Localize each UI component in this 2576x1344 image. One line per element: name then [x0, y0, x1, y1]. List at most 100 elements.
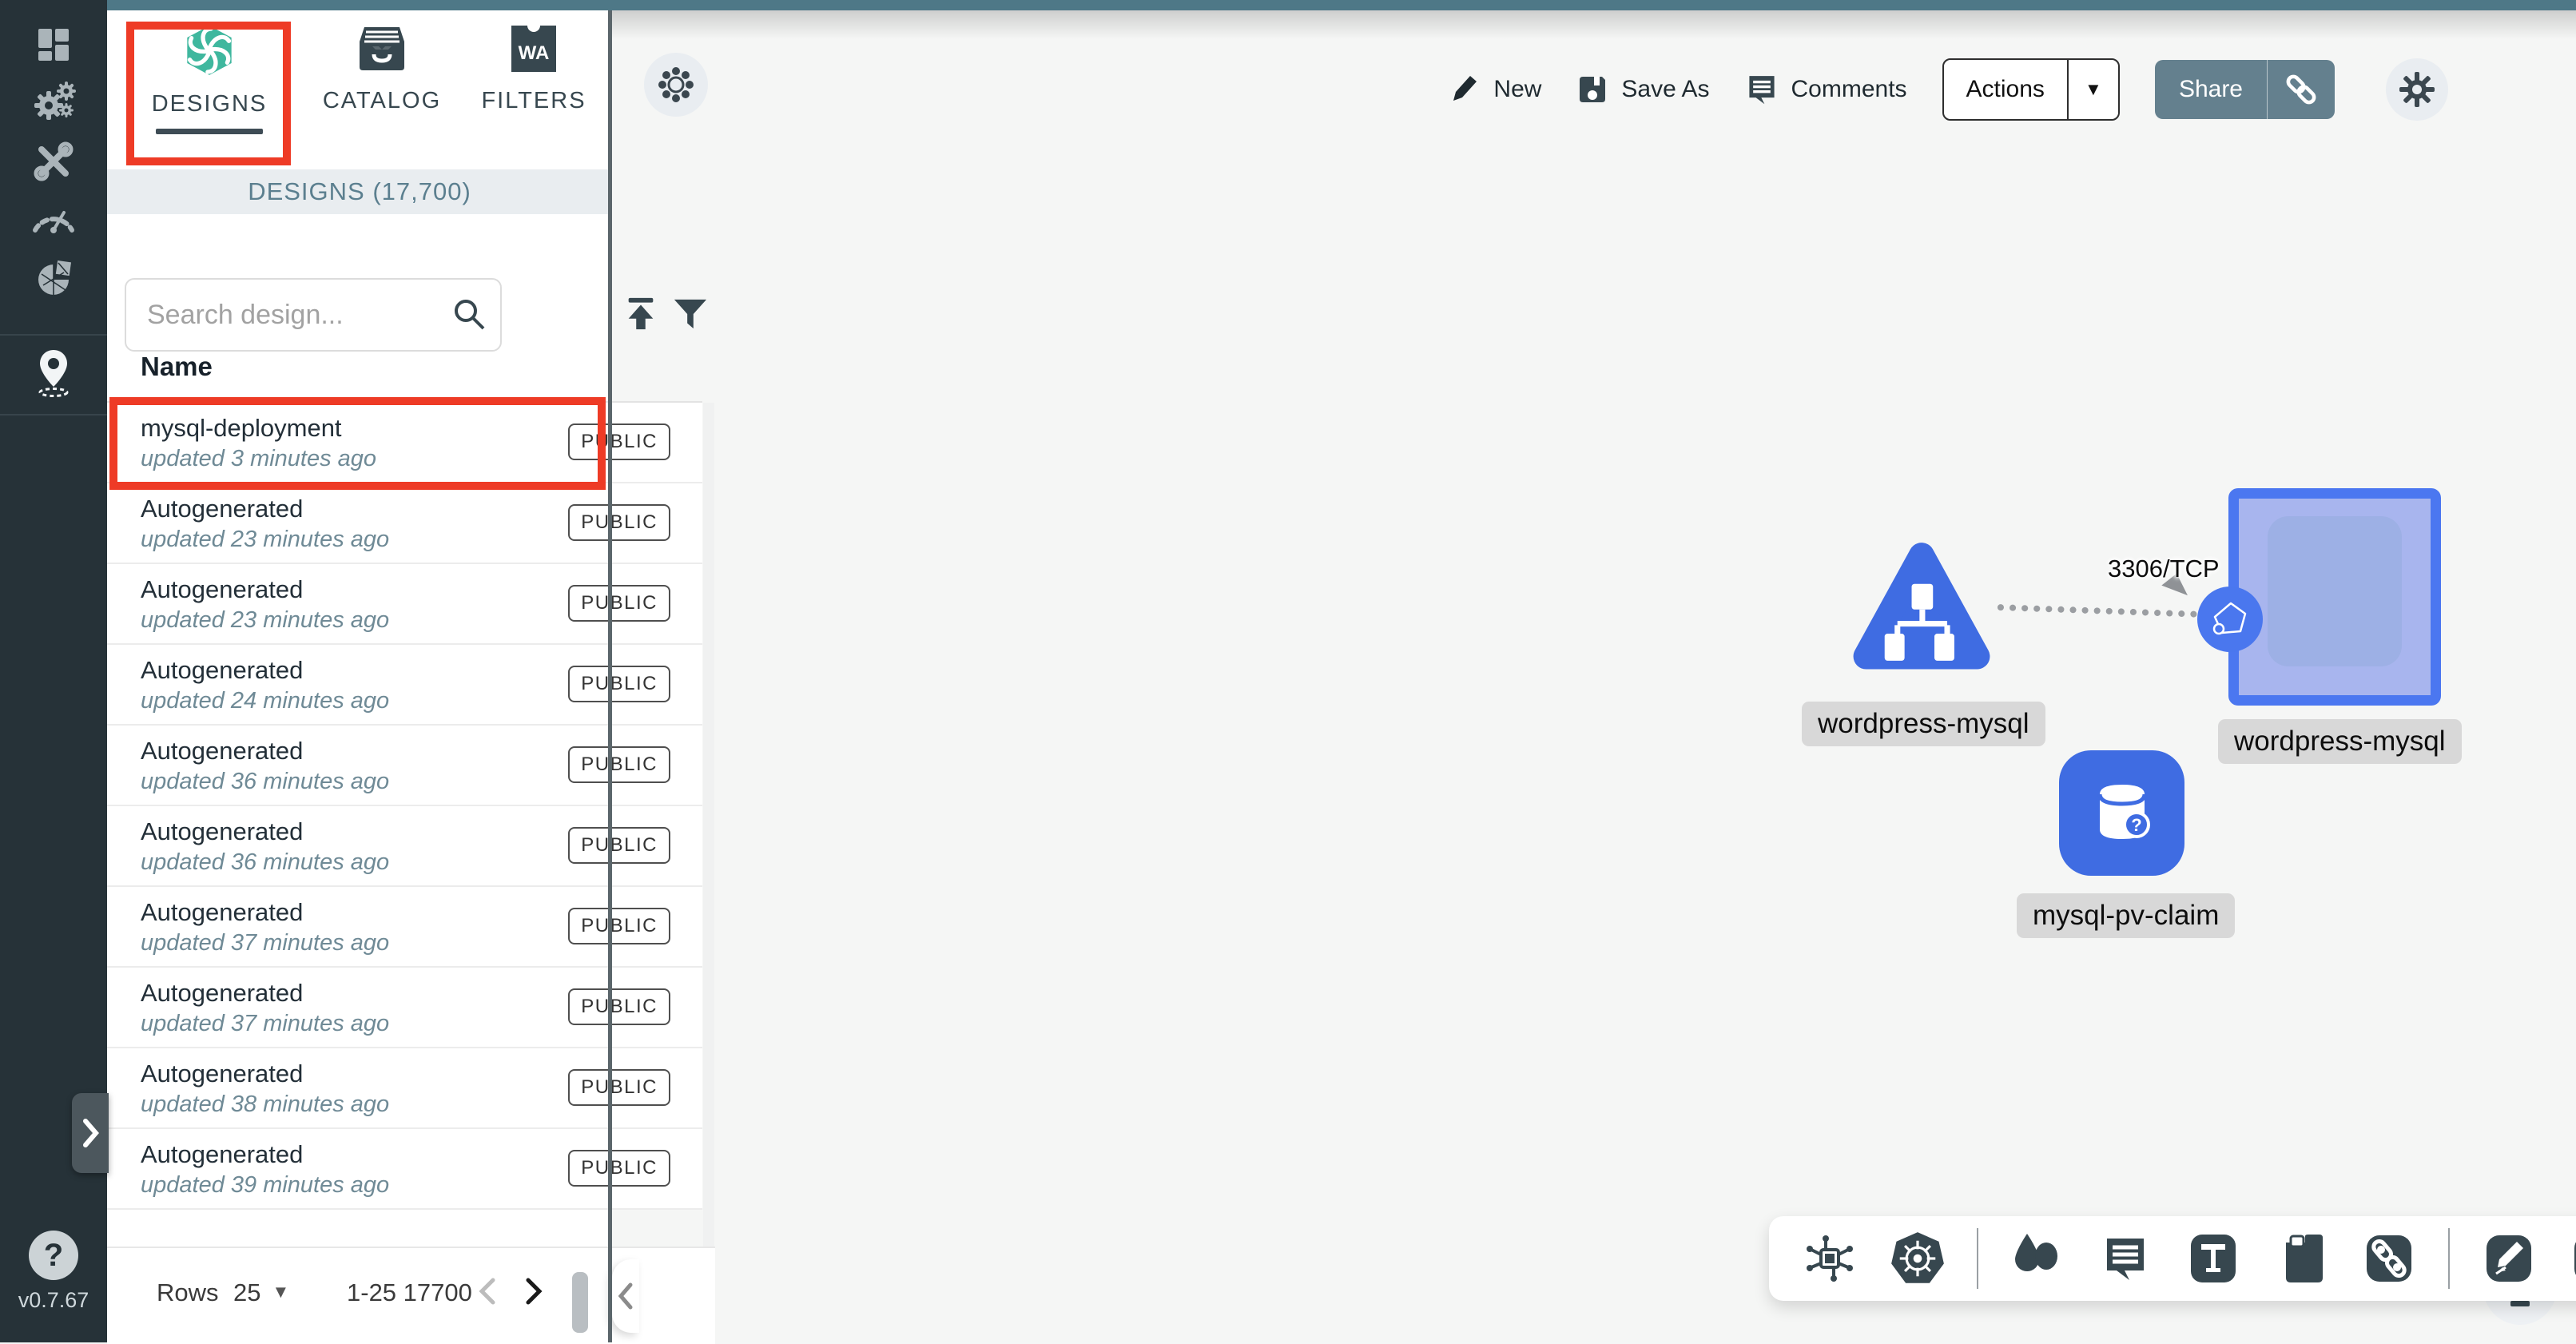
- design-visibility-badge: PUBLIC: [568, 1069, 670, 1106]
- design-updated: updated 39 minutes ago: [141, 1172, 389, 1199]
- pencil-doodle-icon[interactable]: [2568, 1230, 2576, 1287]
- actions-dropdown-button[interactable]: ▼: [2067, 60, 2118, 119]
- design-name: Autogenerated: [141, 979, 303, 1008]
- sidebar-item-kanvas[interactable]: [26, 345, 81, 400]
- expand-sidebar-tab[interactable]: [72, 1093, 109, 1173]
- link-icon: [2284, 72, 2319, 107]
- configuration-tools-icon: [30, 138, 77, 185]
- chevron-left-icon: [475, 1275, 499, 1307]
- node-label: wordpress-mysql: [1802, 702, 2045, 746]
- design-row[interactable]: Autogenerated updated 37 minutes ago PUB…: [107, 887, 702, 968]
- design-visibility-badge: PUBLIC: [568, 827, 670, 864]
- help-button[interactable]: ?: [29, 1231, 78, 1280]
- tab-filters-label: FILTERS: [481, 88, 586, 114]
- column-header-name: Name: [141, 352, 213, 382]
- design-visibility-badge: PUBLIC: [568, 666, 670, 702]
- note-comment-icon[interactable]: [2097, 1230, 2154, 1287]
- node-label: mysql-pv-claim: [2017, 893, 2235, 938]
- flower-menu-button[interactable]: [644, 53, 708, 117]
- tab-designs[interactable]: DESIGNS: [129, 24, 289, 165]
- sidebar-item-lifecycle[interactable]: [26, 74, 81, 128]
- service-triangle-icon: [1849, 537, 1994, 679]
- publish-upload-button[interactable]: [618, 286, 663, 342]
- tab-designs-label: DESIGNS: [152, 91, 268, 117]
- share-split-button[interactable]: Share: [2155, 60, 2335, 119]
- search-icon[interactable]: [451, 296, 487, 336]
- toolbar-divider: [2448, 1228, 2450, 1289]
- design-canvas[interactable]: wordpress-mysql wordpress-mysql 3306/TCP: [612, 0, 2576, 1342]
- rows-per-page-select[interactable]: 25▼: [233, 1278, 289, 1307]
- question-mark-icon: ?: [44, 1238, 63, 1274]
- publish-upload-icon: [622, 296, 659, 332]
- design-row[interactable]: Autogenerated updated 24 minutes ago PUB…: [107, 645, 702, 726]
- design-row[interactable]: Autogenerated updated 36 minutes ago PUB…: [107, 806, 702, 887]
- port-endpoint-icon[interactable]: [2197, 587, 2263, 652]
- design-row[interactable]: Autogenerated updated 23 minutes ago PUB…: [107, 564, 702, 645]
- sidebar-item-dashboard[interactable]: [26, 18, 81, 72]
- node-deployment-wordpress-mysql[interactable]: [2228, 488, 2441, 706]
- node-label: wordpress-mysql: [2218, 719, 2462, 764]
- next-page-button[interactable]: [511, 1269, 556, 1314]
- copy-link-button[interactable]: [2267, 60, 2335, 119]
- top-accent-strip: [107, 0, 2576, 10]
- dashboard-icon: [33, 24, 74, 66]
- tab-catalog[interactable]: CATALOG: [302, 24, 462, 165]
- comments-button[interactable]: Comments: [1745, 73, 1907, 106]
- comments-icon: [1745, 73, 1779, 106]
- design-updated: updated 37 minutes ago: [141, 930, 389, 956]
- list-scrollbar-track[interactable]: [703, 403, 714, 1247]
- link-edge-icon[interactable]: [2360, 1230, 2418, 1287]
- svg-text:?: ?: [2131, 815, 2141, 835]
- node-pvc-mysql-pv-claim[interactable]: ?: [2059, 750, 2184, 876]
- sidebar-item-extensions[interactable]: [26, 252, 81, 307]
- integration-circuit-icon[interactable]: [1801, 1230, 1858, 1287]
- drawer-tabs: DESIGNS CATALOG WA FILTERS: [107, 0, 612, 169]
- canvas-toolbar: [1769, 1216, 2576, 1301]
- design-name: mysql-deployment: [141, 414, 342, 443]
- design-row[interactable]: Autogenerated updated 37 minutes ago PUB…: [107, 968, 702, 1048]
- tab-filters[interactable]: WA FILTERS: [454, 24, 614, 165]
- design-name: Autogenerated: [141, 656, 303, 685]
- design-row[interactable]: mysql-deployment updated 3 minutes ago P…: [107, 403, 702, 483]
- design-name: Autogenerated: [141, 737, 303, 765]
- text-tool-icon[interactable]: [2184, 1230, 2242, 1287]
- node-service-wordpress-mysql[interactable]: [1849, 537, 1994, 679]
- design-visibility-badge: PUBLIC: [568, 585, 670, 622]
- new-button[interactable]: New: [1449, 74, 1541, 105]
- performance-gauge-icon: [30, 200, 77, 235]
- scrollbar-thumb[interactable]: [572, 1272, 588, 1333]
- new-label: New: [1493, 76, 1541, 103]
- tab-catalog-label: CATALOG: [323, 88, 441, 114]
- chevron-left-icon: [617, 1282, 634, 1310]
- filter-button[interactable]: [668, 286, 713, 342]
- lifecycle-gears-icon: [30, 77, 78, 125]
- design-row[interactable]: Autogenerated updated 36 minutes ago PUB…: [107, 726, 702, 806]
- designs-count-header: DESIGNS (17,700): [107, 169, 612, 214]
- edge-port-label: 3306/TCP: [2108, 555, 2220, 583]
- sidebar-divider: [0, 414, 107, 416]
- design-updated: updated 24 minutes ago: [141, 688, 389, 714]
- design-row[interactable]: Autogenerated updated 38 minutes ago PUB…: [107, 1048, 702, 1129]
- design-visibility-badge: PUBLIC: [568, 504, 670, 541]
- actions-label[interactable]: Actions: [1944, 60, 2067, 119]
- archive-box-icon: [356, 24, 407, 74]
- design-name: Autogenerated: [141, 1140, 303, 1169]
- share-label[interactable]: Share: [2155, 60, 2267, 119]
- design-row[interactable]: Autogenerated updated 23 minutes ago PUB…: [107, 483, 702, 564]
- kubernetes-icon[interactable]: [1889, 1230, 1946, 1287]
- actions-split-button[interactable]: Actions ▼: [1942, 58, 2120, 121]
- sidebar-item-configuration[interactable]: [26, 134, 81, 189]
- save-as-button[interactable]: Save As: [1576, 74, 1709, 105]
- design-updated: updated 38 minutes ago: [141, 1092, 389, 1118]
- pen-arrow-icon[interactable]: [2480, 1230, 2538, 1287]
- settings-button[interactable]: [2386, 58, 2448, 121]
- sticky-note-icon[interactable]: [2272, 1230, 2330, 1287]
- prev-page-button[interactable]: [465, 1269, 510, 1314]
- search-input[interactable]: [125, 278, 502, 352]
- sidebar-item-performance[interactable]: [26, 190, 81, 245]
- filter-funnel-icon: [673, 296, 708, 332]
- meshery-kanvas-page: wordpress-mysql wordpress-mysql 3306/TCP: [0, 0, 2576, 1342]
- design-row[interactable]: Autogenerated updated 39 minutes ago PUB…: [107, 1129, 702, 1210]
- shapes-icon[interactable]: [2009, 1230, 2066, 1287]
- collapse-drawer-tab[interactable]: [612, 1259, 639, 1333]
